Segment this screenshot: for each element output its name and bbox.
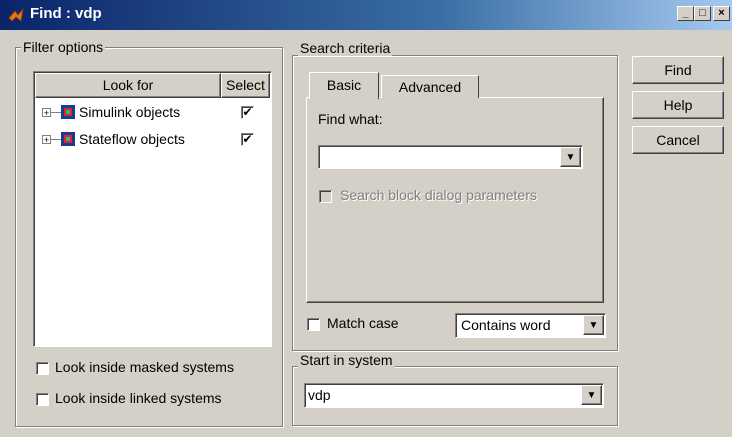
tree-line — [51, 112, 61, 113]
simulink-icon — [61, 105, 75, 119]
minimize-icon: _ — [682, 7, 689, 19]
chevron-down-icon: ▼ — [588, 320, 599, 331]
match-case-label: Match case — [327, 315, 399, 331]
find-what-label: Find what: — [318, 111, 383, 127]
select-checkbox[interactable]: ✔ — [241, 106, 254, 119]
list-item-label: Simulink objects — [79, 104, 181, 120]
look-inside-linked-checkbox[interactable] — [36, 393, 49, 406]
close-icon: × — [718, 7, 725, 19]
help-button[interactable]: Help — [632, 91, 724, 119]
match-mode-dropdown-button[interactable]: ▼ — [583, 315, 604, 335]
search-criteria-legend: Search criteria — [298, 40, 393, 56]
check-mark-icon: ✔ — [242, 132, 253, 146]
maximize-icon: □ — [699, 7, 706, 19]
title-bar[interactable] — [0, 0, 732, 30]
column-header-label: Select — [226, 77, 265, 93]
start-in-system-combobox[interactable]: vdp ▼ — [304, 383, 604, 408]
match-mode-select[interactable]: Contains word ▼ — [455, 313, 606, 338]
chevron-down-icon: ▼ — [565, 152, 576, 163]
filter-options-legend: Filter options — [21, 39, 106, 55]
cancel-button[interactable]: Cancel — [632, 126, 724, 154]
check-mark-icon: ✔ — [242, 105, 253, 119]
list-item-label: Stateflow objects — [79, 131, 185, 147]
column-header-label: Look for — [102, 77, 154, 93]
search-dialog-params-label: Search block dialog parameters — [340, 187, 537, 203]
chevron-down-icon: ▼ — [586, 390, 597, 401]
start-in-system-dropdown-button[interactable]: ▼ — [581, 385, 602, 405]
tree-expand-icon[interactable]: + — [42, 135, 51, 145]
find-button[interactable]: Find — [632, 56, 724, 84]
tab-label: Advanced — [398, 79, 462, 95]
select-checkbox[interactable]: ✔ — [241, 133, 254, 146]
look-inside-masked-checkbox[interactable] — [36, 362, 49, 375]
maximize-button[interactable]: □ — [694, 6, 711, 21]
look-inside-linked-label: Look inside linked systems — [55, 390, 222, 406]
column-header-select[interactable]: Select — [221, 73, 270, 98]
tree-expand-icon[interactable]: + — [42, 108, 51, 118]
minimize-button[interactable]: _ — [677, 6, 694, 21]
window-title: Find : vdp — [30, 5, 102, 22]
stateflow-icon — [61, 132, 75, 146]
look-for-list[interactable]: Look for Select + Simulink objects ✔ + S… — [33, 71, 272, 347]
find-what-combobox[interactable]: ▼ — [318, 145, 583, 169]
close-button[interactable]: × — [713, 6, 730, 21]
look-inside-masked-label: Look inside masked systems — [55, 359, 234, 375]
find-what-dropdown-button[interactable]: ▼ — [560, 147, 581, 167]
start-in-system-value: vdp — [308, 387, 331, 403]
match-case-checkbox[interactable] — [307, 318, 320, 331]
tab-basic[interactable]: Basic — [309, 72, 379, 99]
start-in-system-legend: Start in system — [298, 352, 395, 368]
tab-label: Basic — [326, 77, 362, 93]
match-mode-value: Contains word — [461, 317, 551, 333]
tree-line — [51, 139, 61, 140]
column-header-look-for[interactable]: Look for — [35, 73, 221, 98]
matlab-icon — [8, 7, 24, 22]
search-dialog-params-checkbox[interactable] — [319, 190, 332, 203]
tab-advanced[interactable]: Advanced — [381, 75, 479, 98]
